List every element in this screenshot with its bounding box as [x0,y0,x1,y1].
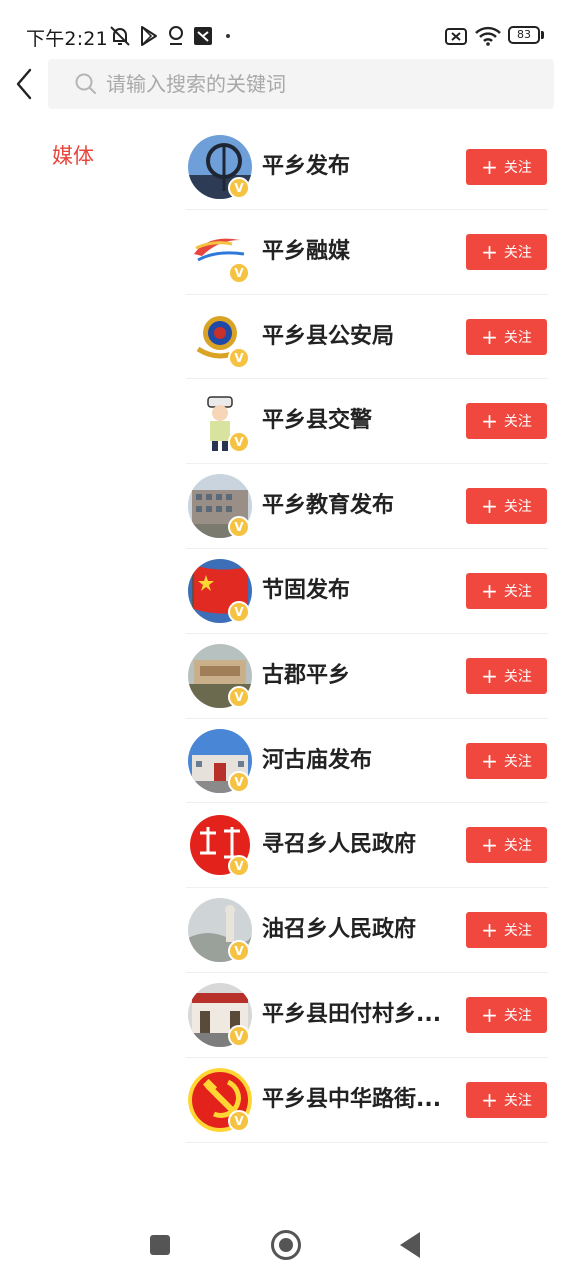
play-store-icon [141,26,157,46]
account-name: 平乡县交警 [262,408,373,434]
plus-icon: + [481,833,498,858]
account-list: V 平乡发布 + 关注 V 平乡融媒 + 关注 V 平乡县公安局 + 关注 V … [186,125,548,1143]
follow-label: 关注 [503,1092,532,1109]
account-name: 平乡县中华路街... [262,1086,442,1112]
follow-button[interactable]: + 关注 [466,742,547,779]
verified-badge: V [228,685,250,708]
verified-badge: V [228,1109,250,1132]
verified-badge: V [228,516,250,539]
verified-badge: V [228,431,250,454]
follow-button[interactable]: + 关注 [466,403,547,440]
battery-icon: 83 [508,26,540,44]
plus-icon: + [481,918,498,943]
plus-icon: + [481,494,498,519]
plus-icon: + [481,663,498,688]
plus-icon: + [481,155,498,179]
battery-cap [541,31,544,39]
verified-badge: V [228,770,250,793]
nav-back-button[interactable] [400,1232,420,1258]
list-item[interactable]: V 平乡县交警 + 关注 [186,379,548,465]
plus-icon: + [481,578,498,603]
account-name: 油召乡人民政府 [262,917,417,943]
verified-badge: V [228,346,250,369]
verified-badge: V [228,855,250,878]
back-button[interactable] [8,64,44,104]
account-name: 寻召乡人民政府 [262,832,417,858]
battery-level: 83 [517,28,531,41]
follow-label: 关注 [503,1007,532,1024]
follow-button[interactable]: + 关注 [466,996,547,1033]
account-name: 平乡融媒 [262,238,351,264]
follow-label: 关注 [503,668,532,685]
verified-badge: V [228,177,250,199]
follow-button[interactable]: + 关注 [466,1081,547,1118]
plus-icon: + [481,1087,498,1112]
verified-badge: V [228,261,250,284]
list-item[interactable]: V 节固发布 + 关注 [186,549,548,634]
status-time: 下午2:21 [26,28,108,50]
list-item[interactable]: V 平乡县田付村乡... + 关注 [186,973,548,1058]
account-name: 平乡县公安局 [262,323,395,349]
follow-button[interactable]: + 关注 [466,912,547,949]
search-box[interactable] [48,59,554,109]
follow-button[interactable]: + 关注 [466,318,547,355]
wifi-icon [475,26,501,46]
follow-button[interactable]: + 关注 [466,657,547,694]
follow-button[interactable]: + 关注 [466,488,547,525]
account-name: 节固发布 [262,577,351,603]
list-item[interactable]: V 平乡县中华路街... + 关注 [186,1058,548,1143]
account-name: 平乡发布 [262,154,351,179]
follow-button[interactable]: + 关注 [466,233,547,270]
follow-label: 关注 [503,753,532,770]
follow-label: 关注 [503,160,532,176]
status-bar: 下午2:21 83 [0,0,576,60]
follow-button[interactable]: + 关注 [466,572,547,609]
follow-label: 关注 [503,923,532,940]
account-name: 古郡平乡 [262,662,351,688]
list-item[interactable]: V 平乡融媒 + 关注 [186,210,548,295]
list-item[interactable]: V 平乡教育发布 + 关注 [186,464,548,549]
sim-off-icon [445,28,467,45]
follow-label: 关注 [503,838,532,855]
app-icon [194,27,212,45]
recents-button[interactable] [150,1235,170,1255]
account-name: 平乡县田付村乡... [262,1001,442,1027]
notification-dot [226,34,230,38]
plus-icon: + [481,324,498,349]
list-item[interactable]: V 油召乡人民政府 + 关注 [186,888,548,973]
category-item-media[interactable]: 媒体 [52,140,94,170]
home-dot [279,1238,293,1252]
list-item[interactable]: V 河古庙发布 + 关注 [186,719,548,804]
list-item[interactable]: V 平乡县公安局 + 关注 [186,295,548,380]
follow-label: 关注 [503,499,532,516]
follow-button[interactable]: + 关注 [466,827,547,864]
follow-button[interactable]: + 关注 [466,149,547,185]
verified-badge: V [228,1024,250,1047]
home-button[interactable] [271,1230,301,1260]
location-icon [169,26,183,45]
follow-label: 关注 [503,244,532,261]
follow-label: 关注 [503,329,532,346]
system-nav-bar [0,1210,576,1280]
follow-label: 关注 [503,414,532,431]
plus-icon: + [481,239,498,264]
list-item[interactable]: V 古郡平乡 + 关注 [186,634,548,719]
verified-badge: V [228,940,250,963]
search-icon [75,73,96,94]
follow-label: 关注 [503,583,532,600]
search-input[interactable] [106,59,536,109]
account-name: 平乡教育发布 [262,493,395,519]
account-name: 河古庙发布 [262,747,373,773]
plus-icon: + [481,409,498,434]
plus-icon: + [481,748,498,773]
mute-bell-icon [110,26,130,46]
list-item[interactable]: V 寻召乡人民政府 + 关注 [186,803,548,889]
plus-icon: + [481,1002,498,1027]
verified-badge: V [228,600,250,623]
list-item[interactable]: V 平乡发布 + 关注 [186,125,548,210]
